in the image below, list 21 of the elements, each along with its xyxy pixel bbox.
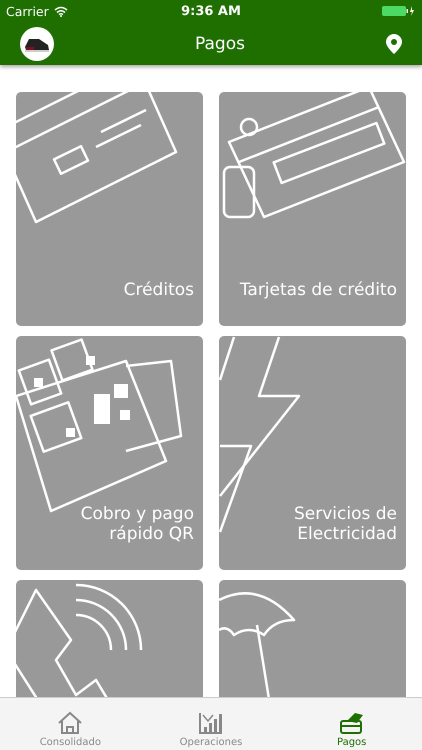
tab-bar-item[interactable]: Pagos xyxy=(281,698,422,750)
location-pin-icon[interactable] xyxy=(386,34,402,54)
battery-icon xyxy=(382,5,416,17)
wifi-icon xyxy=(54,6,68,16)
payment-icon xyxy=(338,711,365,735)
payment-tile[interactable]: Cobro y pago rápido QR xyxy=(16,336,203,570)
tile-label: Tarjetas de crédito xyxy=(238,280,398,302)
sneaker-avatar[interactable] xyxy=(20,26,54,60)
payment-tile[interactable]: Créditos xyxy=(16,92,203,326)
tab-bar-item[interactable]: Operaciones xyxy=(140,698,282,750)
screen-title: Pagos xyxy=(195,34,245,54)
tile-label: Créditos xyxy=(122,280,195,302)
tab-bar-item[interactable]: Consolidado xyxy=(0,698,141,750)
tile-label: Cobro y pago rápido QR xyxy=(80,504,195,546)
house-icon xyxy=(57,711,84,735)
payment-tile[interactable]: Servicios de Electricidad xyxy=(219,336,406,570)
payment-tile[interactable]: Tarjetas de crédito xyxy=(219,92,406,326)
status-time: 9:36 AM xyxy=(181,4,241,18)
bar-chart-icon xyxy=(198,711,224,735)
tile-label: Servicios de Electricidad xyxy=(292,504,398,546)
carrier-name: Carrier xyxy=(6,4,49,18)
